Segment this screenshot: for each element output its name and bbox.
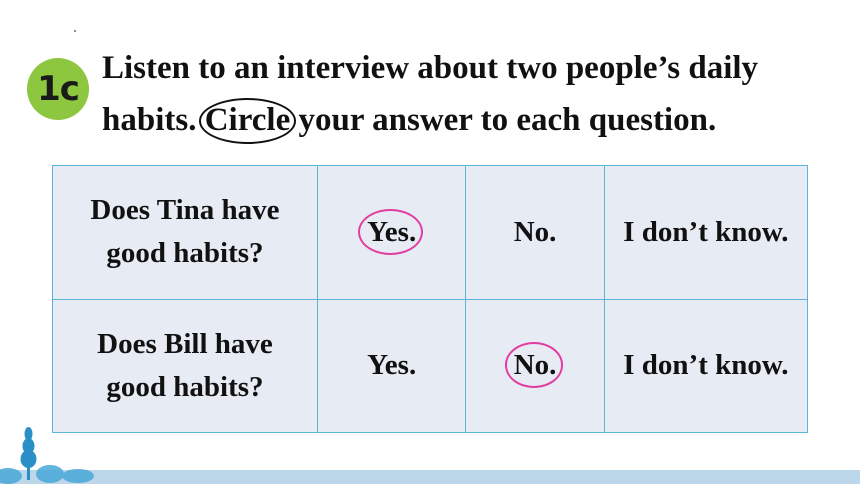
answer-table: Does Tina have good habits? Yes. No. I d… [52, 165, 809, 433]
answer-text: Yes. [358, 208, 424, 255]
circled-word: Circle [198, 94, 296, 146]
question-cell: Does Bill have good habits? [52, 298, 318, 433]
answer-text: No. [504, 342, 564, 389]
question-line: good habits? [106, 370, 264, 403]
answer-text: I don’t know. [623, 215, 789, 248]
answer-option-no[interactable]: No. [465, 165, 605, 300]
answer-text: Yes. [367, 349, 417, 382]
question-line: Does Bill have [97, 327, 273, 360]
question-line: Does Tina have [90, 194, 280, 227]
answer-option-yes[interactable]: Yes. [316, 165, 467, 300]
answer-option-no[interactable]: No. [465, 298, 605, 433]
answer-text: No. [513, 215, 557, 248]
footer-band [0, 470, 860, 484]
footer-decoration [0, 427, 860, 484]
answer-option-yes[interactable]: Yes. [316, 298, 467, 433]
table-row: Does Tina have good habits? Yes. No. I d… [52, 165, 809, 300]
section-badge-label: 1c [37, 69, 80, 109]
section-badge: 1c [27, 58, 89, 120]
instruction-part-2: your answer to each question. [290, 102, 717, 138]
answer-option-dont-know[interactable]: I don’t know. [603, 298, 809, 433]
instruction-text: Listen to an interview about two people’… [102, 42, 842, 146]
question-line: good habits? [106, 237, 264, 270]
decorative-dot [74, 30, 76, 32]
question-cell: Does Tina have good habits? [52, 165, 318, 300]
answer-option-dont-know[interactable]: I don’t know. [603, 165, 809, 300]
table-row: Does Bill have good habits? Yes. No. I d… [52, 298, 809, 433]
bushes-icon [0, 465, 94, 484]
answer-text: I don’t know. [623, 349, 789, 382]
